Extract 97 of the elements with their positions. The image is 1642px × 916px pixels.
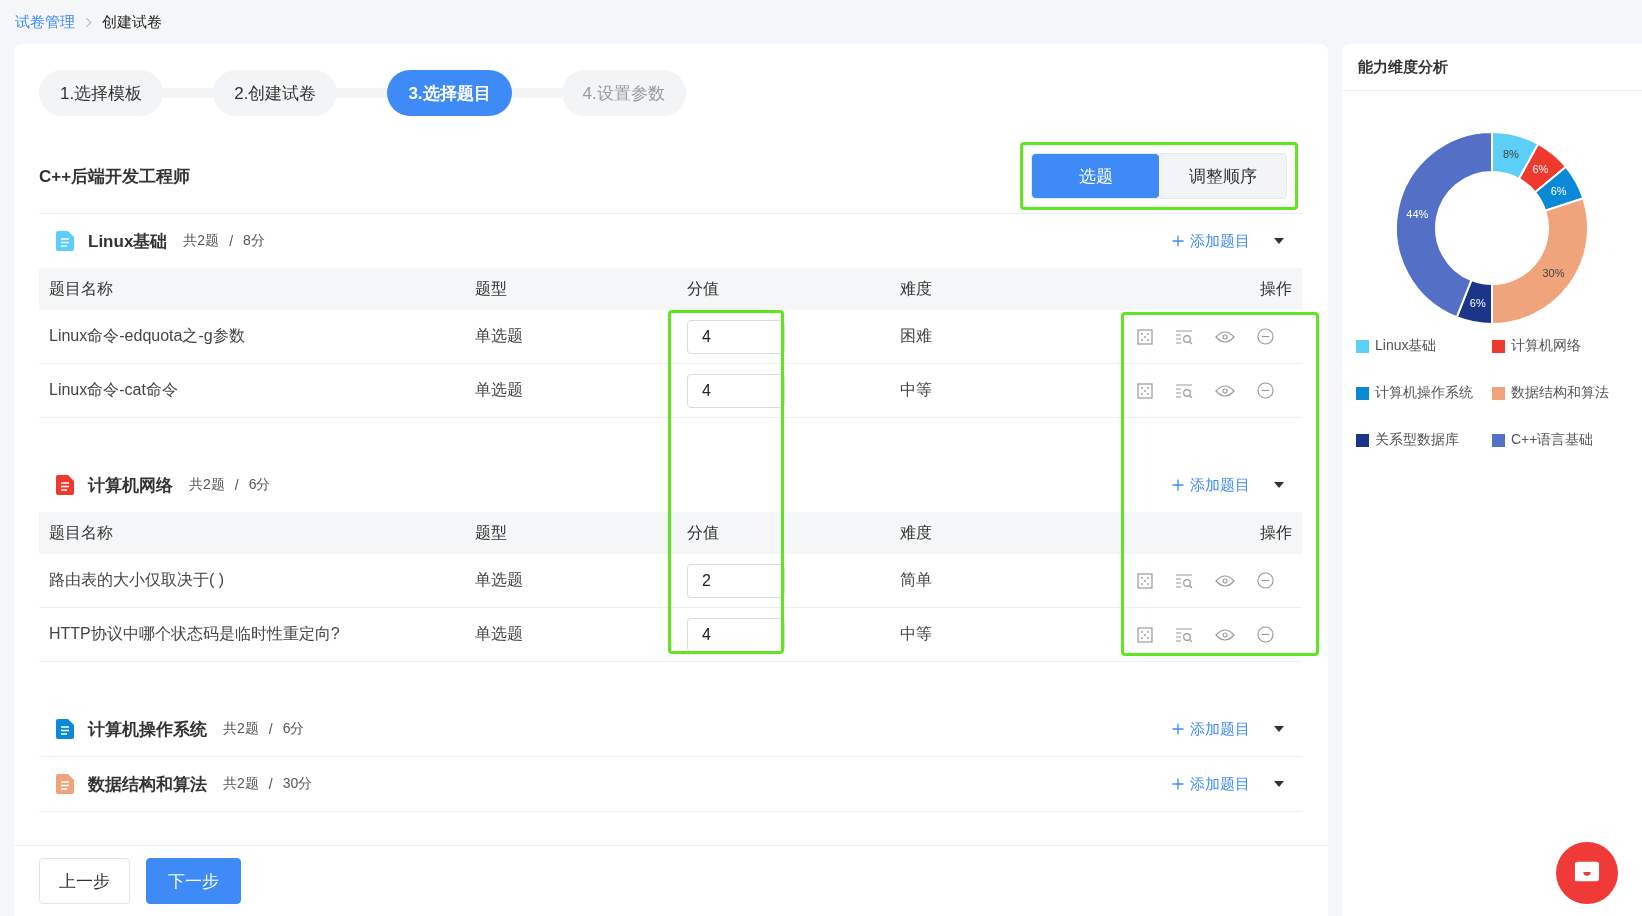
section-title: 计算机网络 <box>88 474 173 497</box>
difficulty: 中等 <box>899 380 933 400</box>
slice-label: 30% <box>1542 266 1565 279</box>
question-count: 共2题 <box>183 232 220 250</box>
caret-down-icon[interactable] <box>1274 726 1284 732</box>
question-type: 单选题 <box>474 570 524 590</box>
score-input[interactable]: 4 <box>687 373 785 408</box>
step-connector <box>511 88 562 98</box>
step-tab[interactable]: 1.选择模板 <box>39 70 164 116</box>
question-count: 共2题 <box>223 775 259 793</box>
score-input[interactable]: 2 <box>687 563 785 598</box>
column-header: 操作 <box>1259 522 1293 543</box>
list-search-icon[interactable] <box>1175 382 1193 399</box>
panel-title: 能力维度分析 <box>1342 44 1642 91</box>
question-name: 路由表的大小仅取决于( ) <box>48 570 226 590</box>
separator-slash: / <box>229 233 234 249</box>
minus-circle-icon[interactable] <box>1257 328 1274 345</box>
paper-title: C++后端开发工程师 <box>39 165 191 188</box>
section-title: 计算机操作系统 <box>88 718 207 741</box>
slice-label: 8% <box>1502 148 1519 161</box>
section-score: 6分 <box>248 476 271 494</box>
step-connector <box>337 88 388 98</box>
column-header: 题目名称 <box>48 522 114 543</box>
question-type: 单选题 <box>474 624 524 644</box>
eye-icon[interactable] <box>1215 573 1235 588</box>
column-header: 题型 <box>474 522 508 543</box>
eye-icon[interactable] <box>1215 627 1235 642</box>
section-title: 数据结构和算法 <box>88 773 207 796</box>
dotted-square-icon[interactable] <box>1137 626 1153 643</box>
caret-down-icon[interactable] <box>1274 482 1284 488</box>
slice-label: 6% <box>1532 163 1549 176</box>
legend-label: 计算机操作系统 <box>1375 384 1473 402</box>
previous-button[interactable]: 上一步 <box>39 858 130 904</box>
legend-label: 数据结构和算法 <box>1511 384 1609 402</box>
section-score: 30分 <box>282 775 313 793</box>
column-header: 题型 <box>474 278 508 299</box>
eye-icon[interactable] <box>1215 383 1235 398</box>
add-question-link[interactable]: 添加题目 <box>1172 231 1250 251</box>
step-tab[interactable]: 3.选择题目 <box>387 70 512 116</box>
separator-slash: / <box>268 721 273 737</box>
score-input[interactable]: 4 <box>687 319 785 354</box>
column-header: 分值 <box>686 522 720 543</box>
next-button[interactable]: 下一步 <box>146 858 241 904</box>
question-type: 单选题 <box>474 326 524 346</box>
dotted-square-icon[interactable] <box>1137 572 1153 589</box>
minus-circle-icon[interactable] <box>1257 572 1274 589</box>
minus-circle-icon[interactable] <box>1257 626 1274 643</box>
separator-slash: / <box>268 776 273 792</box>
dotted-square-icon[interactable] <box>1137 382 1153 399</box>
plus-icon <box>1172 235 1184 247</box>
column-header: 难度 <box>899 278 933 299</box>
legend-label: 关系型数据库 <box>1375 431 1459 449</box>
step-tab[interactable]: 4.设置参数 <box>561 70 686 116</box>
mode-toggle-option[interactable]: 选题 <box>1032 154 1159 198</box>
column-header: 分值 <box>686 278 720 299</box>
slice-label: 6% <box>1469 296 1486 309</box>
slice-label: 6% <box>1550 185 1567 198</box>
plus-icon <box>1172 778 1184 790</box>
eye-icon[interactable] <box>1215 329 1235 344</box>
caret-down-icon[interactable] <box>1274 238 1284 244</box>
list-search-icon[interactable] <box>1175 572 1193 589</box>
question-type: 单选题 <box>474 380 524 400</box>
breadcrumb-current: 创建试卷 <box>102 12 162 32</box>
question-count: 共2题 <box>189 476 225 494</box>
column-header: 操作 <box>1259 278 1293 299</box>
question-name: HTTP协议中哪个状态码是临时性重定向? <box>48 624 341 644</box>
difficulty: 困难 <box>899 326 933 346</box>
caret-down-icon[interactable] <box>1274 781 1284 787</box>
chevron-right-icon <box>85 16 92 28</box>
add-question-link[interactable]: 添加题目 <box>1172 719 1250 739</box>
section-title: Linux基础 <box>88 230 168 253</box>
question-name: Linux命令-cat命令 <box>48 380 179 400</box>
score-input[interactable]: 4 <box>687 617 785 652</box>
column-header: 题目名称 <box>48 278 114 299</box>
add-question-link[interactable]: 添加题目 <box>1172 475 1250 495</box>
list-search-icon[interactable] <box>1175 328 1193 345</box>
minus-circle-icon[interactable] <box>1257 382 1274 399</box>
question-name: Linux命令-edquota之-g参数 <box>48 326 246 346</box>
question-count: 共2题 <box>223 720 259 738</box>
difficulty: 简单 <box>899 570 933 590</box>
list-search-icon[interactable] <box>1175 626 1193 643</box>
breadcrumb-link[interactable]: 试卷管理 <box>15 12 75 32</box>
plus-icon <box>1172 723 1184 735</box>
plus-icon <box>1172 479 1184 491</box>
add-question-link[interactable]: 添加题目 <box>1172 774 1250 794</box>
dotted-square-icon[interactable] <box>1137 328 1153 345</box>
section-score: 8分 <box>243 232 265 250</box>
slice-label: 44% <box>1406 207 1429 220</box>
difficulty: 中等 <box>899 624 933 644</box>
legend-label: Linux基础 <box>1375 337 1437 355</box>
column-header: 难度 <box>899 522 933 543</box>
legend-label: 计算机网络 <box>1511 337 1581 355</box>
mode-toggle-option[interactable]: 调整顺序 <box>1159 154 1286 198</box>
separator-slash: / <box>234 477 239 493</box>
step-tab[interactable]: 2.创建试卷 <box>213 70 338 116</box>
section-score: 6分 <box>282 720 305 738</box>
legend-label: C++语言基础 <box>1511 431 1594 449</box>
